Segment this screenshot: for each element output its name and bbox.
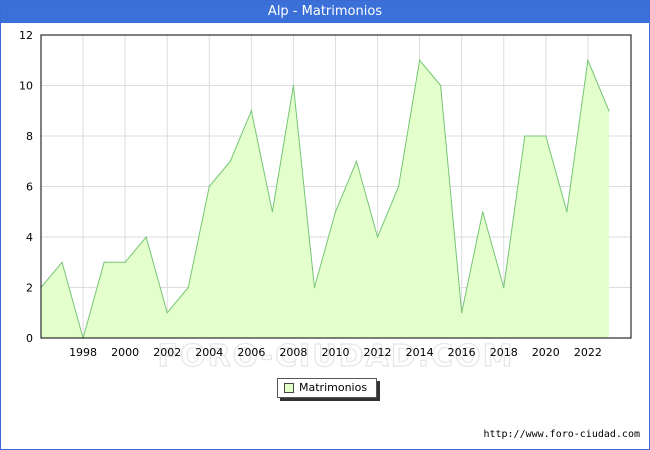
- data-point: [124, 261, 126, 263]
- data-point: [250, 110, 252, 112]
- data-point: [545, 135, 547, 137]
- x-tick-label: 2020: [532, 346, 560, 359]
- y-tick-label: 10: [19, 80, 33, 93]
- source-url: http://www.foro-ciudad.com: [483, 429, 640, 440]
- y-tick-label: 0: [26, 332, 33, 345]
- data-point: [187, 286, 189, 289]
- data-point: [208, 185, 210, 188]
- x-tick-label: 2006: [237, 346, 265, 359]
- data-point: [397, 185, 400, 188]
- data-point: [334, 211, 337, 213]
- y-tick-label: 2: [26, 282, 33, 295]
- x-tick-label: 2002: [153, 346, 181, 359]
- x-tick-label: 1998: [69, 346, 97, 359]
- data-point: [313, 286, 316, 289]
- data-point: [145, 236, 147, 238]
- data-point: [461, 312, 463, 314]
- x-tick-label: 2000: [111, 346, 139, 359]
- series-fill: [41, 60, 609, 338]
- x-tick-label: 2010: [321, 346, 349, 359]
- data-point: [271, 211, 273, 213]
- data-point: [103, 261, 105, 263]
- x-tick-label: 2022: [574, 346, 602, 359]
- data-point: [376, 236, 379, 238]
- data-point: [482, 211, 484, 213]
- x-tick-label: 2016: [448, 346, 476, 359]
- data-point: [440, 84, 442, 87]
- x-tick-label: 2008: [279, 346, 307, 359]
- data-point: [355, 160, 358, 162]
- legend-label: Matrimonios: [299, 381, 368, 394]
- data-point: [229, 160, 231, 162]
- data-point: [166, 312, 168, 314]
- chart-window: Alp - Matrimonios FORO-CIUDAD.COM 1998 20…: [0, 0, 650, 450]
- x-tick-labels: 1998 2000 2002 2004 2006 2008 2010 2012 2014 2016…: [69, 346, 602, 359]
- data-point: [503, 286, 505, 289]
- legend: Matrimonios: [277, 378, 377, 398]
- data-point: [524, 135, 526, 137]
- y-tick-labels: 0 2 4 6 8 10 12: [19, 29, 33, 345]
- x-tick-label: 2004: [195, 346, 223, 359]
- data-point: [419, 59, 421, 61]
- data-point: [566, 211, 568, 213]
- y-tick-label: 8: [26, 130, 33, 143]
- data-point: [608, 110, 610, 112]
- y-tick-label: 4: [26, 231, 33, 244]
- data-point: [61, 261, 63, 263]
- x-tick-label: 2018: [490, 346, 518, 359]
- x-tick-label: 2014: [406, 346, 434, 359]
- y-tick-label: 6: [26, 181, 33, 194]
- data-point: [587, 59, 589, 61]
- legend-swatch: [284, 383, 294, 393]
- series-area: [40, 58, 610, 340]
- data-point: [292, 84, 295, 87]
- x-tick-label: 2012: [364, 346, 392, 359]
- y-tick-label: 12: [19, 29, 33, 42]
